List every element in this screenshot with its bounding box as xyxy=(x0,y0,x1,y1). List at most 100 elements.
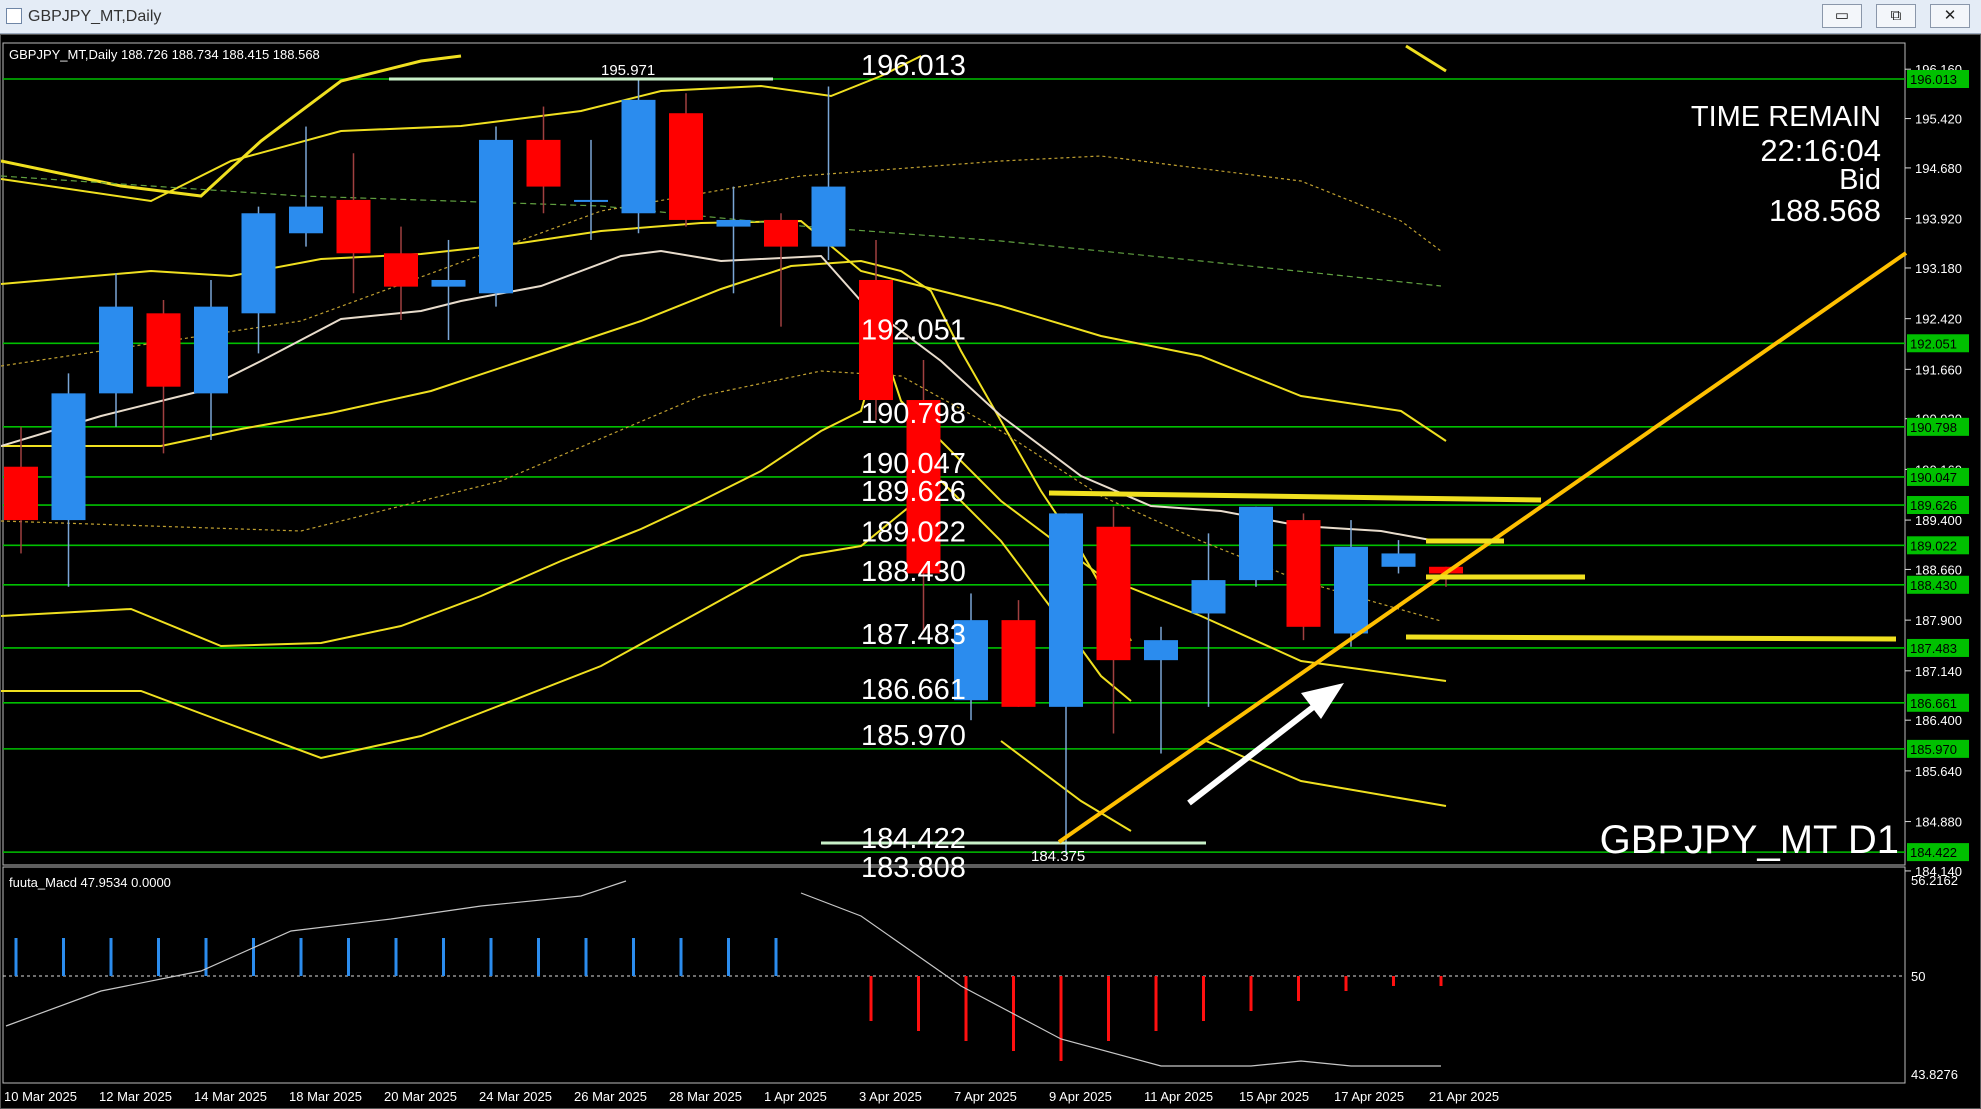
ascending-trendline xyxy=(1057,251,1908,844)
level-price-tag-text: 196.013 xyxy=(1910,72,1957,87)
price-axis-label: 189.400 xyxy=(1915,513,1962,528)
level-price-tag-text: 188.430 xyxy=(1910,578,1957,593)
bearish-candle xyxy=(669,113,703,220)
bullish-candle xyxy=(99,306,133,394)
date-axis-label: 20 Mar 2025 xyxy=(384,1089,457,1104)
bullish-candle xyxy=(621,99,656,214)
resistance-line xyxy=(1048,490,1542,503)
chart-info-line: GBPJPY_MT,Daily 188.726 188.734 188.415 … xyxy=(9,47,320,62)
date-axis: 10 Mar 2025 12 Mar 2025 14 Mar 2025 18 Mar … xyxy=(4,1089,1499,1104)
level-price-tag-text: 189.626 xyxy=(1910,498,1957,513)
level-label: 184.422 xyxy=(861,823,966,855)
price-chart[interactable]: 196.160195.420194.680193.920193.180192.4… xyxy=(1,35,1980,1108)
level-price-tag-text: 184.422 xyxy=(1910,845,1957,860)
bullish-candle xyxy=(716,219,751,227)
bullish-candle xyxy=(241,213,276,314)
swing-low-label: 184.375 xyxy=(1031,848,1085,865)
date-axis-label: 14 Mar 2025 xyxy=(194,1089,267,1104)
date-axis-label: 15 Apr 2025 xyxy=(1239,1089,1309,1104)
bullish-candle xyxy=(1334,546,1368,634)
bullish-candle xyxy=(194,306,228,394)
price-axis-label: 188.660 xyxy=(1915,562,1962,577)
price-axis-label: 191.660 xyxy=(1915,362,1962,377)
price-axis-label: 184.880 xyxy=(1915,815,1962,830)
bearish-candle xyxy=(146,313,181,387)
bearish-candle xyxy=(384,253,418,287)
date-axis-label: 10 Mar 2025 xyxy=(4,1089,77,1104)
level-label: 196.013 xyxy=(861,50,966,82)
level-label: 189.626 xyxy=(861,476,966,508)
macd-axis-mid: 50 xyxy=(1911,969,1925,984)
bullish-candle xyxy=(431,279,466,287)
bullish-candle xyxy=(1239,506,1273,581)
bearish-candle xyxy=(526,139,561,187)
bearish-candle xyxy=(1096,526,1131,661)
cut-off-level-label: 183.808 xyxy=(861,852,966,884)
bullish-candle xyxy=(51,393,86,521)
level-label: 188.430 xyxy=(861,556,966,588)
minimize-button[interactable]: ▭ xyxy=(1822,4,1862,28)
bullish-candle xyxy=(479,139,513,294)
level-label: 192.051 xyxy=(861,314,966,346)
maximize-button[interactable]: ⧉ xyxy=(1876,4,1916,28)
level-label: 189.022 xyxy=(861,516,966,548)
price-axis-label: 187.140 xyxy=(1915,664,1962,679)
chart-window-icon xyxy=(6,8,22,24)
price-axis-label: 192.420 xyxy=(1915,312,1962,327)
lower-band-outer-tail-line xyxy=(1205,740,1447,807)
date-axis-label: 17 Apr 2025 xyxy=(1334,1089,1404,1104)
support-line xyxy=(1405,634,1897,642)
price-axis-label: 193.920 xyxy=(1915,212,1962,227)
bid-label: Bid xyxy=(1839,164,1881,196)
upper-band-outer-tail-line xyxy=(1405,44,1447,73)
bullish-candle xyxy=(574,199,608,202)
level-price-tag-text: 189.022 xyxy=(1910,538,1957,553)
bullish-candle xyxy=(811,186,846,247)
date-axis-label: 12 Mar 2025 xyxy=(99,1089,172,1104)
macd-histogram xyxy=(14,938,1443,1061)
macd-label: fuuta_Macd 47.9534 0.0000 xyxy=(9,875,171,890)
candlesticks xyxy=(4,79,1463,854)
date-axis-label: 7 Apr 2025 xyxy=(954,1089,1017,1104)
level-label: 185.970 xyxy=(861,720,966,752)
level-price-tag-text: 187.483 xyxy=(1910,641,1957,656)
macd-frame xyxy=(2,866,1906,1084)
bearish-candle xyxy=(764,219,798,247)
level-price-tag-text: 185.970 xyxy=(1910,742,1957,757)
date-axis-label: 18 Mar 2025 xyxy=(289,1089,362,1104)
level-price-tag-text: 190.798 xyxy=(1910,420,1957,435)
bearish-candle xyxy=(1001,620,1036,707)
level-label: 190.798 xyxy=(861,398,966,430)
trend-ma-dashed-line xyxy=(1,175,1442,287)
price-axis-label: 187.900 xyxy=(1915,613,1962,628)
level-price-tag-text: 190.047 xyxy=(1910,470,1957,485)
close-button[interactable]: ✕ xyxy=(1930,4,1970,28)
bullish-candle xyxy=(1049,513,1083,707)
level-price-tag-text: 192.051 xyxy=(1910,336,1957,351)
price-axis-label: 186.400 xyxy=(1915,713,1962,728)
chart-window[interactable]: 196.160 195.420 194.680 193.920 193.180 192.4… xyxy=(0,34,1981,1109)
time-remain-value: 22:16:04 xyxy=(1760,133,1881,168)
time-remain-label: TIME REMAIN xyxy=(1691,101,1881,133)
date-axis-label: 1 Apr 2025 xyxy=(764,1089,827,1104)
band-indicators xyxy=(1,44,1447,832)
date-axis-label: 24 Mar 2025 xyxy=(479,1089,552,1104)
bearish-candle xyxy=(1286,520,1321,627)
date-axis-label: 9 Apr 2025 xyxy=(1049,1089,1112,1104)
price-axis-label: 185.640 xyxy=(1915,764,1962,779)
price-axis-label: 194.680 xyxy=(1915,161,1962,176)
macd-axis-bottom: 43.8276 xyxy=(1911,1067,1958,1082)
price-axis-label: 195.420 xyxy=(1915,112,1962,127)
level-label: 186.661 xyxy=(861,674,966,706)
symbol-watermark: GBPJPY_MT D1 xyxy=(1600,818,1899,862)
level-label: 187.483 xyxy=(861,619,966,651)
bullish-candle xyxy=(1381,553,1416,567)
window-title: GBPJPY_MT,Daily xyxy=(28,8,162,25)
bullish-candle xyxy=(1191,580,1226,614)
upper-band-outer-line xyxy=(1,54,462,198)
level-price-tag-text: 186.661 xyxy=(1910,696,1957,711)
date-axis-label: 26 Mar 2025 xyxy=(574,1089,647,1104)
date-axis-label: 11 Apr 2025 xyxy=(1144,1089,1213,1104)
bullish-candle xyxy=(289,206,323,234)
swing-high-label: 195.971 xyxy=(601,62,655,79)
